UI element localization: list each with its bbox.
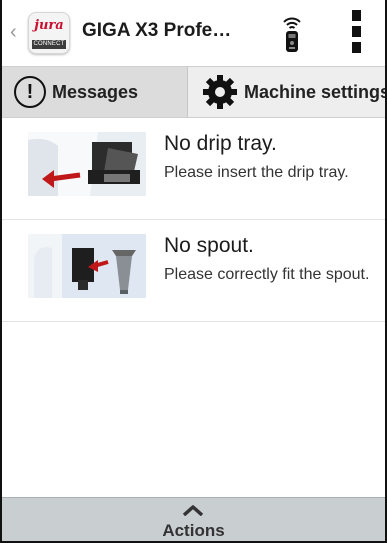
tab-machine-settings-label: Machine settings	[244, 81, 385, 102]
message-body: Please insert the drip tray.	[164, 164, 349, 181]
more-vertical-icon[interactable]	[347, 10, 365, 56]
list-item[interactable]: No spout. Please correctly fit the spout…	[2, 220, 385, 322]
message-body: Please correctly fit the spout.	[164, 266, 370, 283]
message-title: No spout.	[164, 234, 254, 257]
actions-bar[interactable]: Actions	[2, 497, 385, 541]
tab-bar: ! Messages Machine settings	[2, 66, 385, 118]
jura-connect-logo: jura CONNECT	[28, 12, 70, 54]
drip-tray-illustration	[28, 132, 146, 196]
tab-machine-settings[interactable]: Machine settings	[188, 67, 385, 117]
exclamation-circle-icon: !	[14, 76, 46, 108]
list-item[interactable]: No drip tray. Please insert the drip tra…	[2, 118, 385, 220]
chevron-up-icon	[182, 505, 204, 516]
app-header: ‹ jura CONNECT GIGA X3 Profe…	[2, 0, 385, 66]
gear-icon	[203, 75, 237, 109]
logo-brand-text: jura	[34, 18, 64, 33]
logo-badge-text: CONNECT	[32, 40, 66, 49]
tab-messages-label: Messages	[52, 81, 139, 102]
message-title: No drip tray.	[164, 132, 277, 155]
remote-wifi-icon[interactable]	[278, 12, 306, 54]
messages-list: No drip tray. Please insert the drip tra…	[2, 118, 385, 322]
machine-title[interactable]: GIGA X3 Profe…	[82, 20, 231, 42]
chevron-left-icon[interactable]: ‹	[10, 21, 22, 43]
spout-illustration	[28, 234, 146, 298]
tab-messages[interactable]: ! Messages	[2, 67, 188, 117]
actions-label: Actions	[162, 521, 225, 540]
